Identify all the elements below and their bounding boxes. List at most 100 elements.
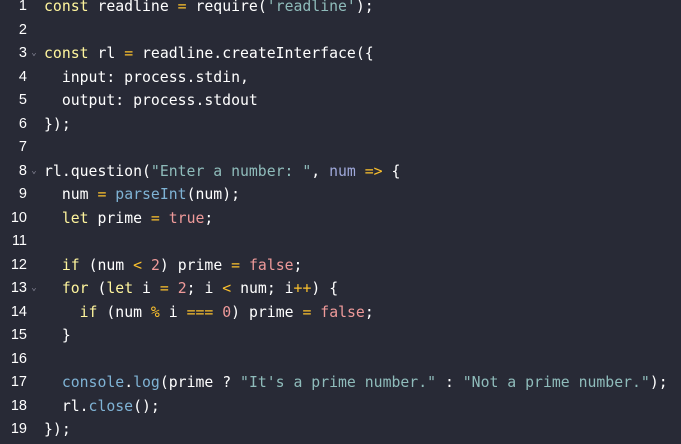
code-line[interactable]: 13 ⌄ for (let i = 2; i < num; i++) { [0,277,681,301]
code-token: true [168,209,205,227]
line-number: 15 [10,327,27,343]
code-token: % [150,303,160,321]
code-line[interactable]: 19}); [0,418,681,442]
code-token: < [222,280,232,297]
code-token: 0 [222,303,232,321]
code-line[interactable]: 1 const readline = require('readline'); [0,0,681,19]
code-token: , [311,162,330,180]
code-token: "Not a prime number." [462,374,650,391]
code-token: = [150,209,160,227]
code-token: ) prime [231,303,303,321]
code-token: let [61,209,89,227]
code-line[interactable]: 6}); [0,113,681,137]
line-number: 10 [10,209,27,226]
line-number: 18 [10,397,27,414]
code-token: (num [79,256,134,274]
code-token: }); [44,421,71,438]
code-line[interactable]: 10 let prime = true; [0,207,681,231]
code-token: for [61,280,89,297]
code-token: rl. [44,397,89,415]
code-text: const rl = readline.createInterface({ [44,42,374,66]
line-number: 2 [18,21,27,38]
code-token: log [133,374,160,391]
code-token: readline [88,0,178,15]
code-token: . [124,374,134,391]
code-token: 'readline' [266,0,356,15]
line-number: 19 [10,421,27,437]
code-text: }); [44,113,71,137]
line-number: 16 [10,350,27,367]
code-line[interactable]: 12 if (num < 2) prime = false; [0,254,681,278]
line-number: 14 [10,303,27,320]
code-text: output: process.stdout [44,89,258,113]
code-line[interactable]: 18 rl.close(); [0,395,681,419]
code-token: num [329,162,356,180]
code-text: console.log(prime ? "It's a prime number… [44,371,668,395]
line-number: 11 [11,233,27,249]
code-text: } [44,324,71,348]
code-line[interactable]: 2 [0,19,681,43]
code-token: false [320,303,365,321]
code-token: if [61,256,80,274]
code-token: require( [186,0,267,15]
code-line[interactable]: 15 } [0,324,681,348]
line-number: 13 [10,280,27,296]
code-token: = [124,45,134,62]
line-number: 3 [18,45,27,61]
code-token: rl [88,45,125,62]
code-token: const [44,0,89,15]
code-token: : [436,374,463,391]
code-line[interactable]: 14 if (num % i === 0) prime = false; [0,301,681,325]
code-token: ) { [311,280,339,297]
code-text: let prime = true; [44,207,214,231]
code-token: } [44,327,71,344]
code-token: false [249,256,294,274]
code-text: num = parseInt(num); [44,183,240,207]
code-token: 2 [150,256,160,274]
code-token: if [79,303,98,321]
line-number: 1 [18,0,27,14]
code-token: === [186,303,214,321]
code-token: = [231,256,241,274]
code-line[interactable]: 16 [0,348,681,372]
code-token: "Enter a number: " [150,162,312,180]
code-token: i [159,303,187,321]
code-line[interactable]: 4 input: process.stdin, [0,66,681,90]
code-line[interactable]: 9 num = parseInt(num); [0,183,681,207]
code-text: const readline = require('readline'); [44,0,374,19]
code-line[interactable]: 3 ⌄ const rl = readline.createInterface({ [0,42,681,66]
line-number: 9 [18,186,27,202]
code-text: for (let i = 2; i < num; i++) { [44,277,338,301]
code-line[interactable]: 17 console.log(prime ? "It's a prime num… [0,371,681,395]
code-token: parseInt [115,186,187,203]
code-token: prime [88,209,151,227]
code-line[interactable]: 11 [0,230,681,254]
code-token: num; i [231,280,294,297]
code-token: = [177,0,187,15]
code-token: rl.question( [44,162,151,180]
code-token: ; i [186,280,223,297]
code-line[interactable]: 7 [0,136,681,160]
code-token: console [61,374,125,391]
code-text: input: process.stdin, [44,66,249,90]
code-text: if (num < 2) prime = false; [44,254,303,278]
code-token: 2 [177,280,187,297]
fold-chevron-icon[interactable]: ⌄ [29,277,39,301]
code-editor[interactable]: 1 const readline = require('readline'); 2 3… [0,0,681,444]
code-line[interactable]: 5 output: process.stdout [0,89,681,113]
code-text: }); [44,418,71,442]
code-token: ); [355,0,374,15]
fold-chevron-icon[interactable]: ⌄ [29,160,39,184]
code-line[interactable]: 8 ⌄ rl.question("Enter a number: ", num =>… [0,160,681,184]
fold-chevron-icon[interactable]: ⌄ [29,42,39,66]
